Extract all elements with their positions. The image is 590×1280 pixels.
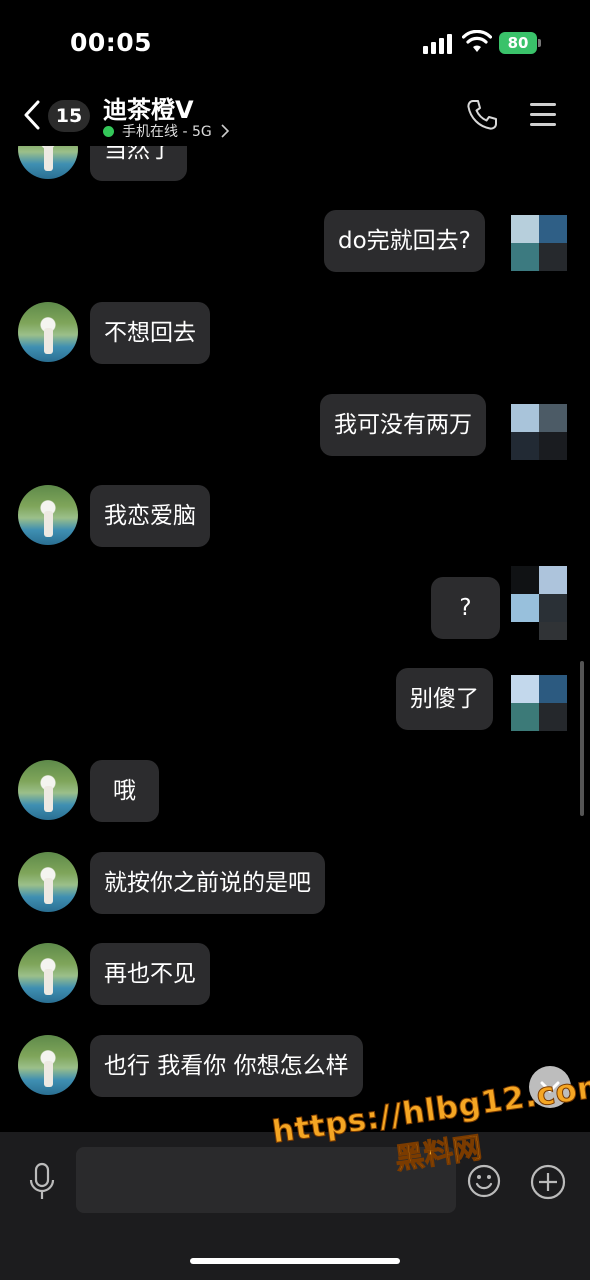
chevron-left-icon[interactable] bbox=[20, 98, 44, 132]
chat-header: 15 迪茶橙V 手机在线 - 5G bbox=[0, 88, 590, 146]
contact-avatar[interactable] bbox=[18, 302, 78, 362]
message-bubble-received[interactable]: 再也不见 bbox=[90, 943, 210, 1005]
home-indicator[interactable] bbox=[190, 1258, 400, 1264]
phone-icon[interactable] bbox=[465, 98, 499, 132]
battery-icon: 80 bbox=[499, 32, 543, 54]
cellular-signal-icon bbox=[423, 34, 455, 54]
message-input[interactable] bbox=[76, 1147, 456, 1213]
my-avatar[interactable] bbox=[511, 404, 567, 460]
contact-avatar[interactable] bbox=[18, 852, 78, 912]
chevron-right-icon bbox=[221, 124, 229, 138]
chevron-down-icon bbox=[540, 1081, 560, 1093]
plus-icon[interactable] bbox=[530, 1164, 566, 1200]
wifi-icon bbox=[462, 30, 492, 52]
contact-avatar[interactable] bbox=[18, 760, 78, 820]
my-avatar[interactable] bbox=[511, 215, 567, 271]
message-bubble-sent[interactable]: 别傻了 bbox=[396, 668, 493, 730]
message-input-bar bbox=[0, 1132, 590, 1280]
battery-level: 80 bbox=[499, 32, 537, 54]
menu-icon[interactable] bbox=[530, 102, 556, 126]
unread-count-badge[interactable]: 15 bbox=[48, 100, 90, 132]
online-status[interactable]: 手机在线 - 5G bbox=[103, 122, 230, 140]
contact-avatar[interactable] bbox=[18, 1035, 78, 1095]
contact-avatar[interactable] bbox=[18, 146, 78, 179]
online-status-text: 手机在线 - 5G bbox=[122, 124, 212, 140]
chat-scrollbar[interactable] bbox=[580, 661, 584, 816]
message-bubble-received[interactable]: 也行 我看你 你想怎么样 bbox=[90, 1035, 363, 1097]
message-bubble-received[interactable]: 不想回去 bbox=[90, 302, 210, 364]
message-bubble-sent[interactable]: do完就回去? bbox=[324, 210, 485, 272]
contact-avatar[interactable] bbox=[18, 485, 78, 545]
chat-messages[interactable]: 当然了 do完就回去? 不想回去 我可没有两万 我恋爱脑 ? 别傻了 哦 就按你… bbox=[0, 146, 590, 1132]
message-bubble-received[interactable]: 就按你之前说的是吧 bbox=[90, 852, 325, 914]
message-bubble-received[interactable]: 哦 bbox=[90, 760, 159, 822]
message-bubble-received[interactable]: 我恋爱脑 bbox=[90, 485, 210, 547]
contact-name[interactable]: 迪茶橙V bbox=[103, 90, 194, 125]
online-dot-icon bbox=[103, 125, 114, 137]
microphone-icon[interactable] bbox=[28, 1162, 56, 1202]
message-bubble-received[interactable]: 当然了 bbox=[90, 146, 187, 181]
emoji-icon[interactable] bbox=[467, 1164, 501, 1198]
contact-avatar[interactable] bbox=[18, 943, 78, 1003]
my-avatar[interactable] bbox=[511, 675, 567, 731]
scroll-to-bottom-button[interactable] bbox=[529, 1066, 571, 1108]
status-bar: 00:05 80 bbox=[0, 0, 590, 88]
status-time: 00:05 bbox=[70, 28, 153, 57]
my-avatar[interactable] bbox=[511, 566, 567, 640]
message-bubble-sent[interactable]: 我可没有两万 bbox=[320, 394, 486, 456]
message-bubble-sent[interactable]: ? bbox=[431, 577, 500, 639]
